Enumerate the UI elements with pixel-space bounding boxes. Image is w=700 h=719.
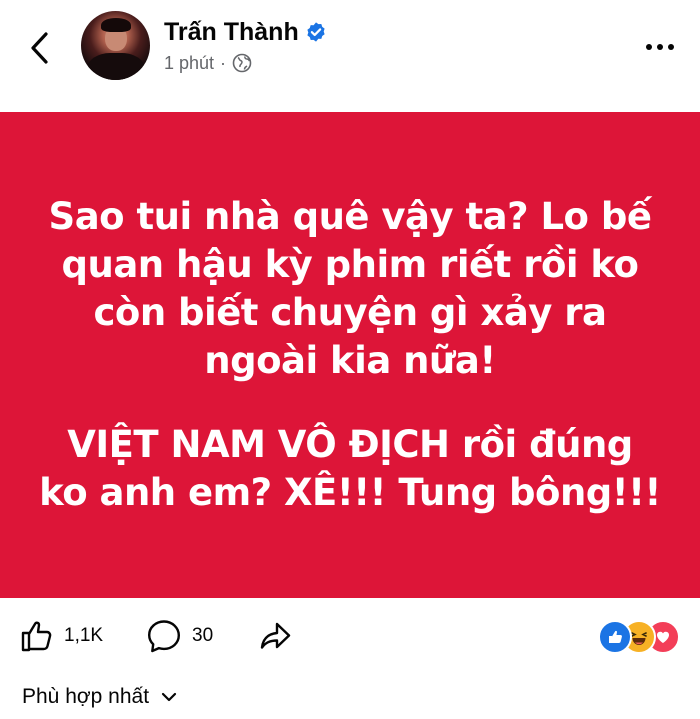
share-button[interactable] [258, 616, 292, 656]
like-count: 1,1K [64, 625, 104, 646]
post-meta: 1 phút · [164, 50, 252, 76]
post-line: VIỆT NAM VÔ ĐỊCH rồi đúng [67, 423, 633, 466]
globe-icon [232, 53, 252, 73]
meta-separator: · [220, 52, 227, 73]
author-name-row: Trấn Thành [164, 16, 327, 48]
sort-label: Phù hợp nhất [22, 685, 150, 708]
comment-sort-selector[interactable]: Phù hợp nhất [22, 682, 177, 712]
share-arrow-icon [260, 622, 291, 649]
more-horizontal-icon [646, 44, 652, 50]
author-name[interactable]: Trấn Thành [164, 18, 299, 47]
like-reaction-icon [598, 620, 632, 654]
author-avatar[interactable] [81, 11, 150, 80]
thumbs-up-icon [21, 621, 52, 652]
comment-count: 30 [192, 625, 214, 646]
post-timestamp[interactable]: 1 phút [164, 53, 214, 74]
back-button[interactable] [22, 26, 58, 70]
verified-badge-icon [307, 22, 325, 42]
post-line: Sao tui nhà quê vậy ta? Lo bế [48, 195, 652, 238]
comment-bubble-icon [148, 620, 180, 653]
more-options-button[interactable] [640, 34, 680, 60]
post-actions-bar: 1,1K 30 [0, 598, 700, 674]
post-line: ko anh em? XÊ!!! Tung bông!!! [39, 471, 661, 514]
like-button[interactable]: 1,1K [20, 616, 103, 656]
comment-button[interactable]: 30 [146, 616, 213, 656]
post-text-card: Sao tui nhà quê vậy ta? Lo bế quan hậu k… [0, 112, 700, 598]
post-line: ngoài kia nữa! [204, 339, 496, 382]
post-line: quan hậu kỳ phim riết rồi ko [61, 243, 639, 286]
post-line: còn biết chuyện gì xảy ra [93, 291, 607, 334]
post-header: Trấn Thành 1 phút · [0, 0, 700, 112]
reaction-summary[interactable] [598, 618, 682, 654]
chevron-left-icon [31, 32, 48, 64]
chevron-down-icon [161, 692, 177, 702]
